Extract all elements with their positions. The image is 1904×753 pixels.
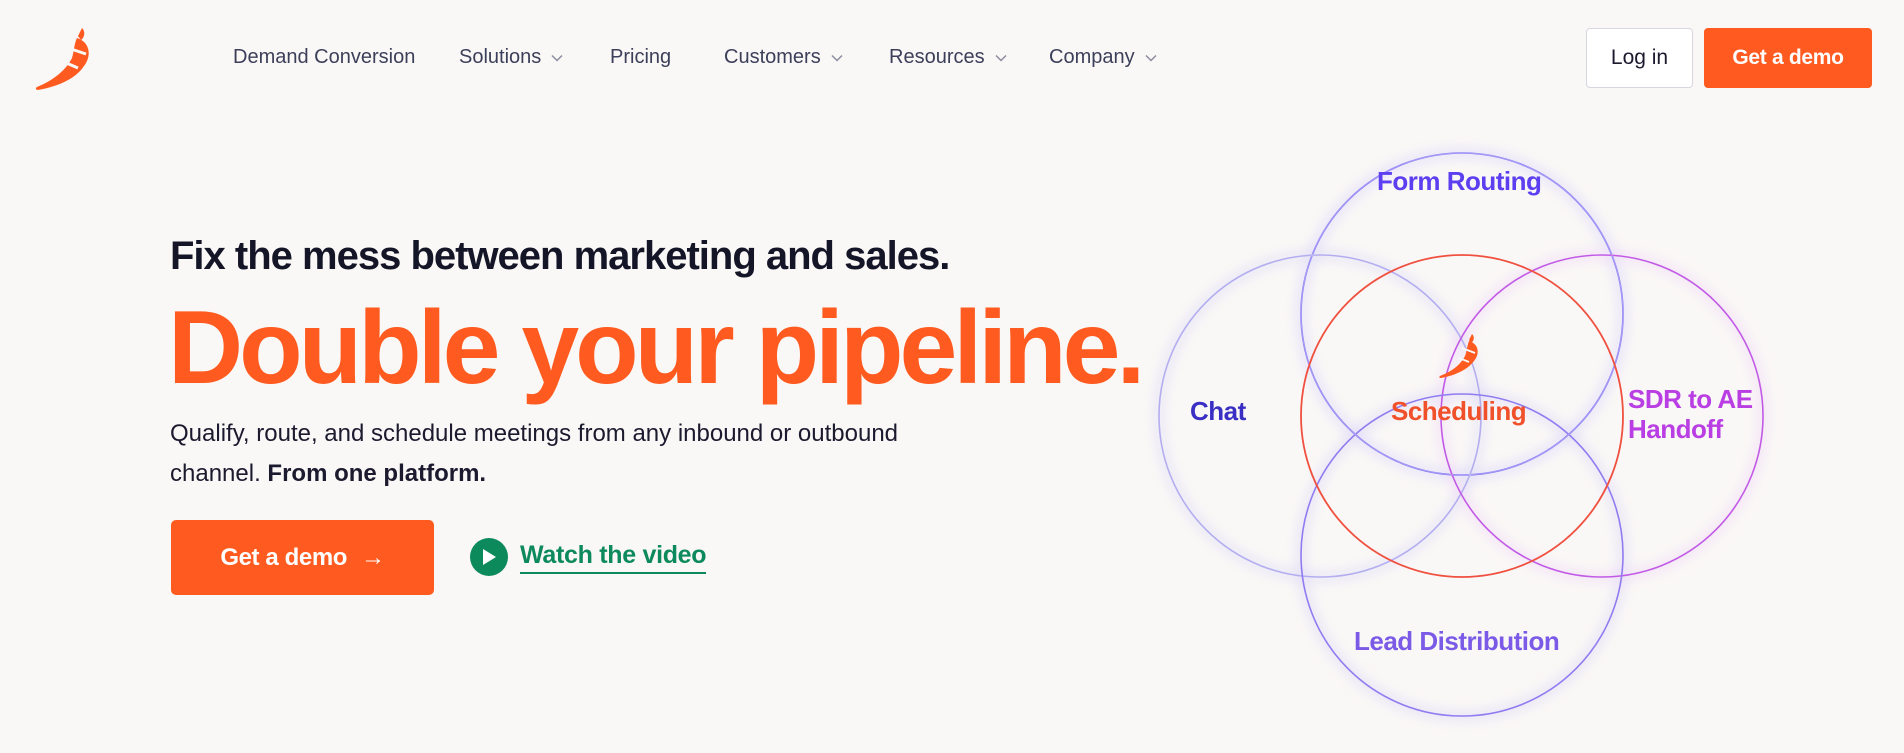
chevron-down-icon <box>551 54 563 62</box>
nav-item-resources[interactable]: Resources <box>889 46 1007 69</box>
nav-item-solutions[interactable]: Solutions <box>459 46 563 69</box>
nav-item-label: Customers <box>724 46 821 68</box>
arrow-right-icon: → <box>361 543 385 571</box>
form-routing-label: Form Routing <box>1377 166 1542 196</box>
sdr-label-line2: Handoff <box>1628 414 1723 444</box>
scheduling-label: Scheduling <box>1391 396 1527 426</box>
hero-eyebrow: Fix the mess between marketing and sales… <box>170 234 950 278</box>
nav-item-label: Resources <box>889 46 985 68</box>
hero-subtitle: Qualify, route, and schedule meetings fr… <box>170 414 990 494</box>
nav-item-label: Company <box>1049 46 1135 68</box>
sdr-to-ae-handoff-label: SDR to AE Handoff <box>1628 384 1753 444</box>
play-icon <box>470 538 508 576</box>
nav-item-company[interactable]: Company <box>1049 46 1157 69</box>
hero-title: Double your pipeline. <box>168 290 1145 406</box>
header-get-demo-button[interactable]: Get a demo <box>1704 28 1872 88</box>
watch-video-label: Watch the video <box>520 541 707 574</box>
nav-item-customers[interactable]: Customers <box>724 46 843 69</box>
hero-get-demo-button[interactable]: Get a demo → <box>171 520 434 595</box>
login-button[interactable]: Log in <box>1586 28 1693 88</box>
chevron-down-icon <box>831 54 843 62</box>
sdr-label-line1: SDR to AE <box>1628 384 1753 414</box>
nav-item-label: Demand Conversion <box>233 46 416 68</box>
watch-video-link[interactable]: Watch the video <box>470 538 707 576</box>
nav-item-pricing[interactable]: Pricing <box>610 46 671 69</box>
nav-item-label: Pricing <box>610 46 672 68</box>
chevron-down-icon <box>995 54 1007 62</box>
nav-item-demand-conversion[interactable]: Demand Conversion <box>233 46 415 69</box>
product-diagram: Form Routing Chat Scheduling SDR to AE H… <box>1140 100 1780 740</box>
hero-subtitle-emphasis: From one platform. <box>267 460 487 487</box>
chevron-down-icon <box>1145 54 1157 62</box>
chili-pepper-logo-icon[interactable] <box>32 24 94 94</box>
nav-item-label: Solutions <box>459 46 542 68</box>
lead-distribution-label: Lead Distribution <box>1354 626 1560 656</box>
hero-get-demo-label: Get a demo <box>220 543 348 571</box>
chat-label: Chat <box>1190 396 1246 426</box>
